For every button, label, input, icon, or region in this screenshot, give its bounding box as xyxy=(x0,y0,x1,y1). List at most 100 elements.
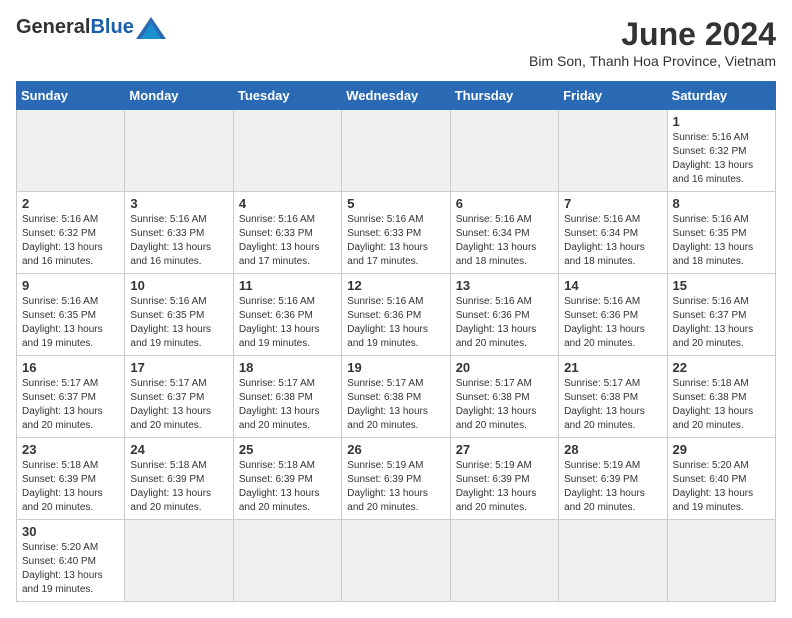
day-number: 26 xyxy=(347,442,444,457)
day-info: Sunrise: 5:17 AM Sunset: 6:37 PM Dayligh… xyxy=(130,377,227,433)
day-info: Sunrise: 5:16 AM Sunset: 6:36 PM Dayligh… xyxy=(564,295,661,351)
day-info: Sunrise: 5:16 AM Sunset: 6:37 PM Dayligh… xyxy=(673,295,770,351)
calendar-day-cell xyxy=(450,110,558,192)
calendar-day-cell: 15 Sunrise: 5:16 AM Sunset: 6:37 PM Dayli… xyxy=(667,274,775,356)
calendar-day-cell: 23Sunrise: 5:18 AM Sunset: 6:39 PM Dayli… xyxy=(17,438,125,520)
calendar-day-cell: 24Sunrise: 5:18 AM Sunset: 6:39 PM Dayli… xyxy=(125,438,233,520)
header-cell-monday: Monday xyxy=(125,82,233,110)
calendar-body: 1Sunrise: 5:16 AM Sunset: 6:32 PM Daylig… xyxy=(17,110,776,602)
day-number: 17 xyxy=(130,360,227,375)
day-number: 14 xyxy=(564,278,661,293)
calendar-day-cell xyxy=(233,520,341,602)
calendar-day-cell: 17 Sunrise: 5:17 AM Sunset: 6:37 PM Dayli… xyxy=(125,356,233,438)
day-number: 20 xyxy=(456,360,553,375)
calendar-day-cell xyxy=(559,520,667,602)
day-info: Sunrise: 5:16 AM Sunset: 6:35 PM Dayligh… xyxy=(22,295,119,351)
calendar-table: SundayMondayTuesdayWednesdayThursdayFrid… xyxy=(16,81,776,602)
month-year-title: June 2024 xyxy=(529,16,776,53)
calendar-day-cell xyxy=(667,520,775,602)
day-info: Sunrise: 5:18 AM Sunset: 6:39 PM Dayligh… xyxy=(130,459,227,515)
calendar-week-row: 16 Sunrise: 5:17 AM Sunset: 6:37 PM Dayli… xyxy=(17,356,776,438)
day-number: 30 xyxy=(22,524,119,539)
logo-general: General xyxy=(16,16,90,39)
calendar-day-cell: 29 Sunrise: 5:20 AM Sunset: 6:40 PM Dayli… xyxy=(667,438,775,520)
day-info: Sunrise: 5:16 AM Sunset: 6:35 PM Dayligh… xyxy=(673,213,770,269)
calendar-day-cell xyxy=(125,110,233,192)
day-info: Sunrise: 5:17 AM Sunset: 6:38 PM Dayligh… xyxy=(564,377,661,433)
day-number: 8 xyxy=(673,196,770,211)
day-number: 16 xyxy=(22,360,119,375)
header-cell-saturday: Saturday xyxy=(667,82,775,110)
calendar-week-row: 9 Sunrise: 5:16 AM Sunset: 6:35 PM Daylig… xyxy=(17,274,776,356)
calendar-day-cell: 6Sunrise: 5:16 AM Sunset: 6:34 PM Daylig… xyxy=(450,192,558,274)
calendar-day-cell: 13 Sunrise: 5:16 AM Sunset: 6:36 PM Dayli… xyxy=(450,274,558,356)
day-info: Sunrise: 5:17 AM Sunset: 6:38 PM Dayligh… xyxy=(239,377,336,433)
calendar-day-cell: 16 Sunrise: 5:17 AM Sunset: 6:37 PM Dayli… xyxy=(17,356,125,438)
calendar-day-cell: 5Sunrise: 5:16 AM Sunset: 6:33 PM Daylig… xyxy=(342,192,450,274)
day-number: 12 xyxy=(347,278,444,293)
calendar-day-cell: 10Sunrise: 5:16 AM Sunset: 6:35 PM Dayli… xyxy=(125,274,233,356)
calendar-day-cell xyxy=(342,110,450,192)
logo: GeneralBlue xyxy=(16,16,166,39)
page-header: GeneralBlue June 2024 Bim Son, Thanh Hoa… xyxy=(16,16,776,69)
day-number: 2 xyxy=(22,196,119,211)
day-info: Sunrise: 5:16 AM Sunset: 6:32 PM Dayligh… xyxy=(673,131,770,187)
logo-blue: Blue xyxy=(90,16,133,39)
calendar-day-cell: 21Sunrise: 5:17 AM Sunset: 6:38 PM Dayli… xyxy=(559,356,667,438)
day-info: Sunrise: 5:17 AM Sunset: 6:38 PM Dayligh… xyxy=(347,377,444,433)
day-number: 6 xyxy=(456,196,553,211)
day-number: 19 xyxy=(347,360,444,375)
calendar-day-cell: 28Sunrise: 5:19 AM Sunset: 6:39 PM Dayli… xyxy=(559,438,667,520)
day-info: Sunrise: 5:16 AM Sunset: 6:36 PM Dayligh… xyxy=(456,295,553,351)
calendar-header: SundayMondayTuesdayWednesdayThursdayFrid… xyxy=(17,82,776,110)
calendar-day-cell: 27Sunrise: 5:19 AM Sunset: 6:39 PM Dayli… xyxy=(450,438,558,520)
header-cell-tuesday: Tuesday xyxy=(233,82,341,110)
calendar-day-cell: 12Sunrise: 5:16 AM Sunset: 6:36 PM Dayli… xyxy=(342,274,450,356)
calendar-day-cell: 7 Sunrise: 5:16 AM Sunset: 6:34 PM Daylig… xyxy=(559,192,667,274)
header-cell-thursday: Thursday xyxy=(450,82,558,110)
day-info: Sunrise: 5:17 AM Sunset: 6:38 PM Dayligh… xyxy=(456,377,553,433)
day-info: Sunrise: 5:18 AM Sunset: 6:39 PM Dayligh… xyxy=(22,459,119,515)
calendar-day-cell: 4Sunrise: 5:16 AM Sunset: 6:33 PM Daylig… xyxy=(233,192,341,274)
header-cell-wednesday: Wednesday xyxy=(342,82,450,110)
day-info: Sunrise: 5:18 AM Sunset: 6:38 PM Dayligh… xyxy=(673,377,770,433)
calendar-week-row: 1Sunrise: 5:16 AM Sunset: 6:32 PM Daylig… xyxy=(17,110,776,192)
day-info: Sunrise: 5:20 AM Sunset: 6:40 PM Dayligh… xyxy=(22,541,119,597)
day-number: 15 xyxy=(673,278,770,293)
calendar-week-row: 2 Sunrise: 5:16 AM Sunset: 6:32 PM Daylig… xyxy=(17,192,776,274)
day-number: 18 xyxy=(239,360,336,375)
calendar-week-row: 30 Sunrise: 5:20 AM Sunset: 6:40 PM Dayli… xyxy=(17,520,776,602)
calendar-day-cell: 9 Sunrise: 5:16 AM Sunset: 6:35 PM Daylig… xyxy=(17,274,125,356)
day-info: Sunrise: 5:16 AM Sunset: 6:35 PM Dayligh… xyxy=(130,295,227,351)
calendar-week-row: 23Sunrise: 5:18 AM Sunset: 6:39 PM Dayli… xyxy=(17,438,776,520)
calendar-day-cell xyxy=(342,520,450,602)
day-info: Sunrise: 5:20 AM Sunset: 6:40 PM Dayligh… xyxy=(673,459,770,515)
day-number: 29 xyxy=(673,442,770,457)
day-number: 7 xyxy=(564,196,661,211)
header-cell-friday: Friday xyxy=(559,82,667,110)
day-number: 25 xyxy=(239,442,336,457)
calendar-day-cell: 11Sunrise: 5:16 AM Sunset: 6:36 PM Dayli… xyxy=(233,274,341,356)
calendar-day-cell: 8 Sunrise: 5:16 AM Sunset: 6:35 PM Daylig… xyxy=(667,192,775,274)
day-info: Sunrise: 5:16 AM Sunset: 6:33 PM Dayligh… xyxy=(347,213,444,269)
calendar-day-cell xyxy=(559,110,667,192)
calendar-day-cell: 14 Sunrise: 5:16 AM Sunset: 6:36 PM Dayli… xyxy=(559,274,667,356)
day-info: Sunrise: 5:19 AM Sunset: 6:39 PM Dayligh… xyxy=(564,459,661,515)
calendar-day-cell: 20 Sunrise: 5:17 AM Sunset: 6:38 PM Dayli… xyxy=(450,356,558,438)
day-number: 22 xyxy=(673,360,770,375)
calendar-day-cell: 2 Sunrise: 5:16 AM Sunset: 6:32 PM Daylig… xyxy=(17,192,125,274)
day-number: 11 xyxy=(239,278,336,293)
calendar-day-cell: 3Sunrise: 5:16 AM Sunset: 6:33 PM Daylig… xyxy=(125,192,233,274)
day-info: Sunrise: 5:18 AM Sunset: 6:39 PM Dayligh… xyxy=(239,459,336,515)
logo-text: GeneralBlue xyxy=(16,16,166,39)
day-info: Sunrise: 5:16 AM Sunset: 6:34 PM Dayligh… xyxy=(564,213,661,269)
calendar-day-cell: 30 Sunrise: 5:20 AM Sunset: 6:40 PM Dayli… xyxy=(17,520,125,602)
calendar-day-cell xyxy=(450,520,558,602)
calendar-day-cell: 1Sunrise: 5:16 AM Sunset: 6:32 PM Daylig… xyxy=(667,110,775,192)
day-info: Sunrise: 5:16 AM Sunset: 6:32 PM Dayligh… xyxy=(22,213,119,269)
day-number: 27 xyxy=(456,442,553,457)
header-cell-sunday: Sunday xyxy=(17,82,125,110)
day-info: Sunrise: 5:17 AM Sunset: 6:37 PM Dayligh… xyxy=(22,377,119,433)
day-number: 13 xyxy=(456,278,553,293)
day-number: 9 xyxy=(22,278,119,293)
